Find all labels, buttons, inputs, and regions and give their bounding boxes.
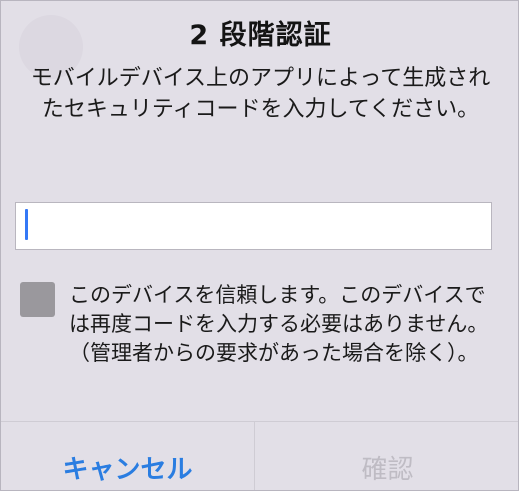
button-divider-horizontal [1,421,518,422]
two-factor-dialog: 2 段階認証 モバイルデバイス上のアプリによって生成されたセキュリティコードを入… [0,0,519,491]
trust-device-label[interactable]: このデバイスを信頼します。このデバイスでは再度コードを入力する必要はありません。… [69,281,489,368]
dialog-message: モバイルデバイス上のアプリによって生成されたセキュリティコードを入力してください… [30,66,491,122]
dialog-title: 2 段階認証 [189,20,332,51]
security-code-input[interactable] [15,202,492,250]
cancel-button[interactable]: キャンセル [1,447,254,487]
text-caret [25,209,28,240]
trust-device-checkbox[interactable] [20,282,55,317]
confirm-button[interactable]: 確認 [255,447,518,487]
